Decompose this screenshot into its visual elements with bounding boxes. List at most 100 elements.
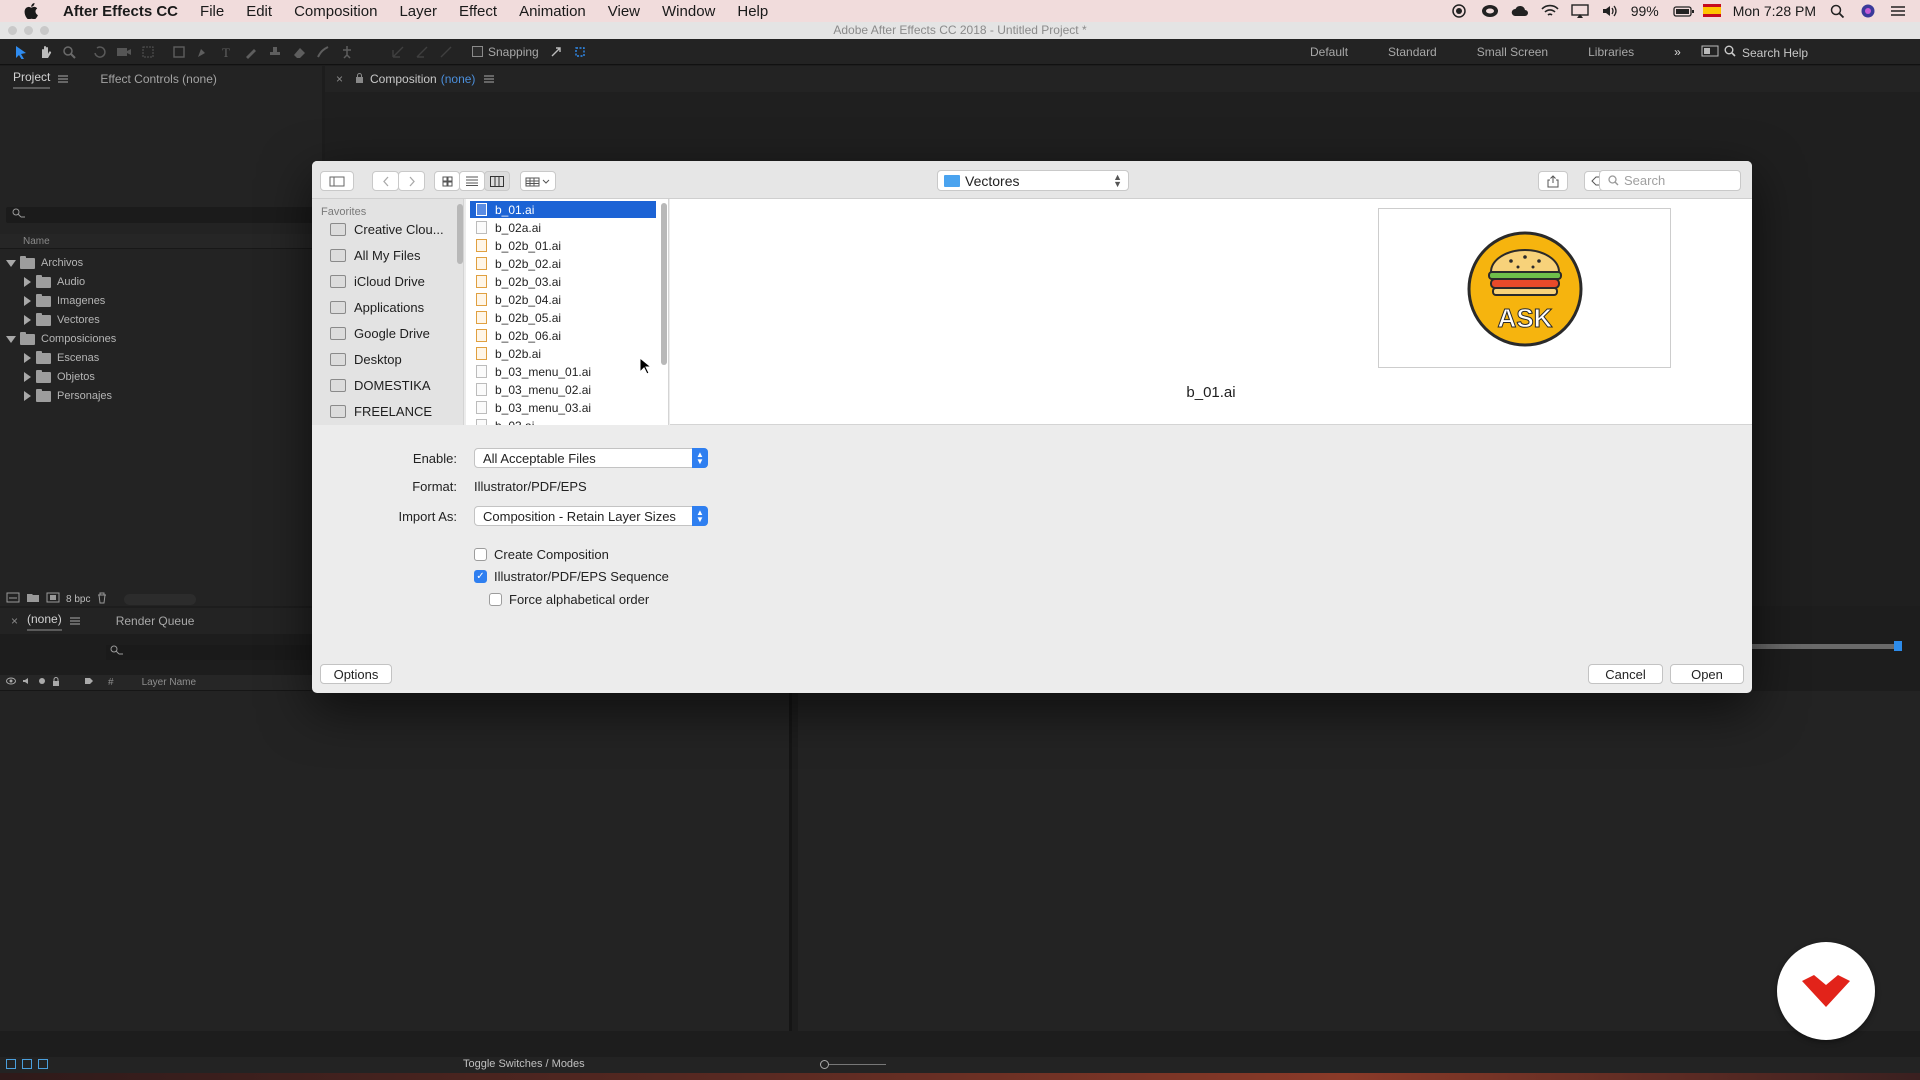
snap-edges-icon[interactable] [547, 44, 565, 60]
menu-edit[interactable]: Edit [246, 3, 272, 20]
siri-icon[interactable] [1860, 4, 1876, 18]
timeline-menu-icon[interactable] [69, 614, 80, 628]
roto-brush-tool-icon[interactable] [314, 44, 332, 60]
force-alphabetical-checkbox[interactable]: Force alphabetical order [489, 592, 649, 607]
view-axis-icon[interactable] [437, 44, 455, 60]
project-search-input[interactable] [6, 207, 316, 223]
eraser-tool-icon[interactable] [290, 44, 308, 60]
disclosure-open-icon[interactable] [6, 259, 16, 267]
brush-tool-icon[interactable] [242, 44, 260, 60]
back-button[interactable] [372, 171, 399, 191]
transfer-controls-icon[interactable] [22, 1059, 32, 1069]
new-folder-icon[interactable] [26, 592, 40, 606]
disclosure-open-icon[interactable] [6, 335, 16, 343]
snapping-checkbox[interactable] [472, 46, 483, 57]
file-item[interactable]: b_02b_06.ai [470, 327, 656, 344]
folder-location-select[interactable]: Vectores ▲ ▼ [937, 170, 1129, 191]
workspace-small-screen[interactable]: Small Screen [1477, 45, 1548, 59]
icon-view-button[interactable] [434, 171, 460, 191]
local-axis-icon[interactable] [389, 44, 407, 60]
snapping-toggle[interactable]: Snapping [472, 45, 539, 59]
disclosure-closed-icon[interactable] [24, 277, 31, 287]
file-item[interactable]: b_03.ai [470, 417, 656, 425]
favorite-item[interactable]: DOMESTIKA [330, 375, 431, 395]
column-view-button[interactable] [484, 171, 510, 191]
menu-app[interactable]: After Effects CC [63, 3, 178, 20]
disclosure-closed-icon[interactable] [24, 353, 31, 363]
new-composition-icon[interactable] [46, 592, 60, 606]
import-as-select[interactable]: Composition - Retain Layer Sizes ▲ ▼ [474, 506, 708, 526]
menu-effect[interactable]: Effect [459, 3, 497, 20]
project-panel-menu-icon[interactable] [58, 72, 69, 86]
workspace-standard[interactable]: Standard [1388, 45, 1437, 59]
workspace-default[interactable]: Default [1310, 45, 1348, 59]
file-item[interactable]: b_03_menu_02.ai [470, 381, 656, 398]
project-tree-item[interactable]: Composiciones [6, 330, 116, 348]
dialog-search-input[interactable]: Search [1599, 170, 1741, 191]
file-item[interactable]: b_03_menu_01.ai [470, 363, 656, 380]
arrange-menu-button[interactable] [520, 171, 556, 191]
file-item[interactable]: b_02b_02.ai [470, 255, 656, 272]
snap-features-icon[interactable] [571, 44, 589, 60]
in-out-icon[interactable] [38, 1059, 48, 1069]
pen-tool-icon[interactable] [194, 44, 212, 60]
column-layer-name[interactable]: Layer Name [142, 677, 196, 688]
disclosure-closed-icon[interactable] [24, 391, 31, 401]
timeline-work-area-bar[interactable] [1750, 641, 1902, 651]
airplay-icon[interactable] [1571, 4, 1589, 18]
zoom-window-button[interactable] [40, 26, 49, 35]
project-tree-item[interactable]: Archivos [6, 254, 83, 272]
notification-center-icon[interactable] [1890, 4, 1906, 18]
favorite-item[interactable]: All My Files [330, 245, 420, 265]
minimize-window-button[interactable] [24, 26, 33, 35]
trash-icon[interactable] [96, 592, 108, 607]
audio-icon[interactable] [22, 677, 32, 688]
favorite-item[interactable]: iCloud Drive [330, 271, 425, 291]
menu-composition[interactable]: Composition [294, 3, 377, 20]
sequence-box[interactable]: ✓ [474, 570, 487, 583]
workspace-more-button[interactable]: » [1674, 45, 1681, 59]
rectangle-tool-icon[interactable] [170, 44, 188, 60]
favorite-item[interactable]: Desktop [330, 349, 402, 369]
clone-stamp-tool-icon[interactable] [266, 44, 284, 60]
enable-select[interactable]: All Acceptable Files ▲ ▼ [474, 448, 708, 468]
tab-timeline-none[interactable]: (none) [27, 612, 62, 631]
project-tree-item[interactable]: Escenas [24, 349, 99, 367]
type-tool-icon[interactable]: T [218, 44, 236, 60]
spotlight-search-icon[interactable] [1830, 4, 1846, 19]
favorite-item[interactable]: Applications [330, 297, 424, 317]
disclosure-closed-icon[interactable] [24, 315, 31, 325]
cloud-upload-icon[interactable] [1511, 4, 1528, 18]
file-item[interactable]: b_02a.ai [470, 219, 656, 236]
project-tree-item[interactable]: Vectores [24, 311, 100, 329]
workspace-libraries[interactable]: Libraries [1588, 45, 1634, 59]
cancel-button[interactable]: Cancel [1588, 664, 1663, 684]
file-item[interactable]: b_02b.ai [470, 345, 656, 362]
solo-icon[interactable] [38, 677, 46, 688]
creative-cloud-icon[interactable] [1481, 4, 1498, 18]
create-composition-checkbox[interactable]: Create Composition [474, 547, 609, 562]
tab-effect-controls[interactable]: Effect Controls (none) [100, 72, 217, 86]
sidebar-scrollbar[interactable] [457, 204, 463, 264]
composition-panel-menu-icon[interactable] [484, 72, 495, 86]
workspace-menu-icon[interactable] [1701, 45, 1719, 60]
menu-view[interactable]: View [608, 3, 640, 20]
file-list-scrollbar[interactable] [661, 203, 667, 365]
file-item[interactable]: b_03_menu_03.ai [470, 399, 656, 416]
zoom-tool-icon[interactable] [60, 44, 78, 60]
project-tree-item[interactable]: Personajes [24, 387, 112, 405]
layer-switches-icon[interactable] [6, 1059, 16, 1069]
menu-layer[interactable]: Layer [399, 3, 437, 20]
camera-tool-icon[interactable] [115, 44, 133, 60]
eye-icon[interactable] [6, 677, 16, 688]
world-axis-icon[interactable] [413, 44, 431, 60]
timeline-zoom-slider[interactable] [820, 1060, 886, 1069]
menu-animation[interactable]: Animation [519, 3, 586, 20]
interpret-footage-icon[interactable] [6, 592, 20, 606]
open-button[interactable]: Open [1670, 664, 1744, 684]
project-tree-item[interactable]: Imagenes [24, 292, 105, 310]
sequence-checkbox[interactable]: ✓ Illustrator/PDF/EPS Sequence [474, 569, 669, 584]
column-name[interactable]: Name [23, 236, 50, 247]
volume-icon[interactable] [1601, 4, 1617, 18]
menu-file[interactable]: File [200, 3, 224, 20]
